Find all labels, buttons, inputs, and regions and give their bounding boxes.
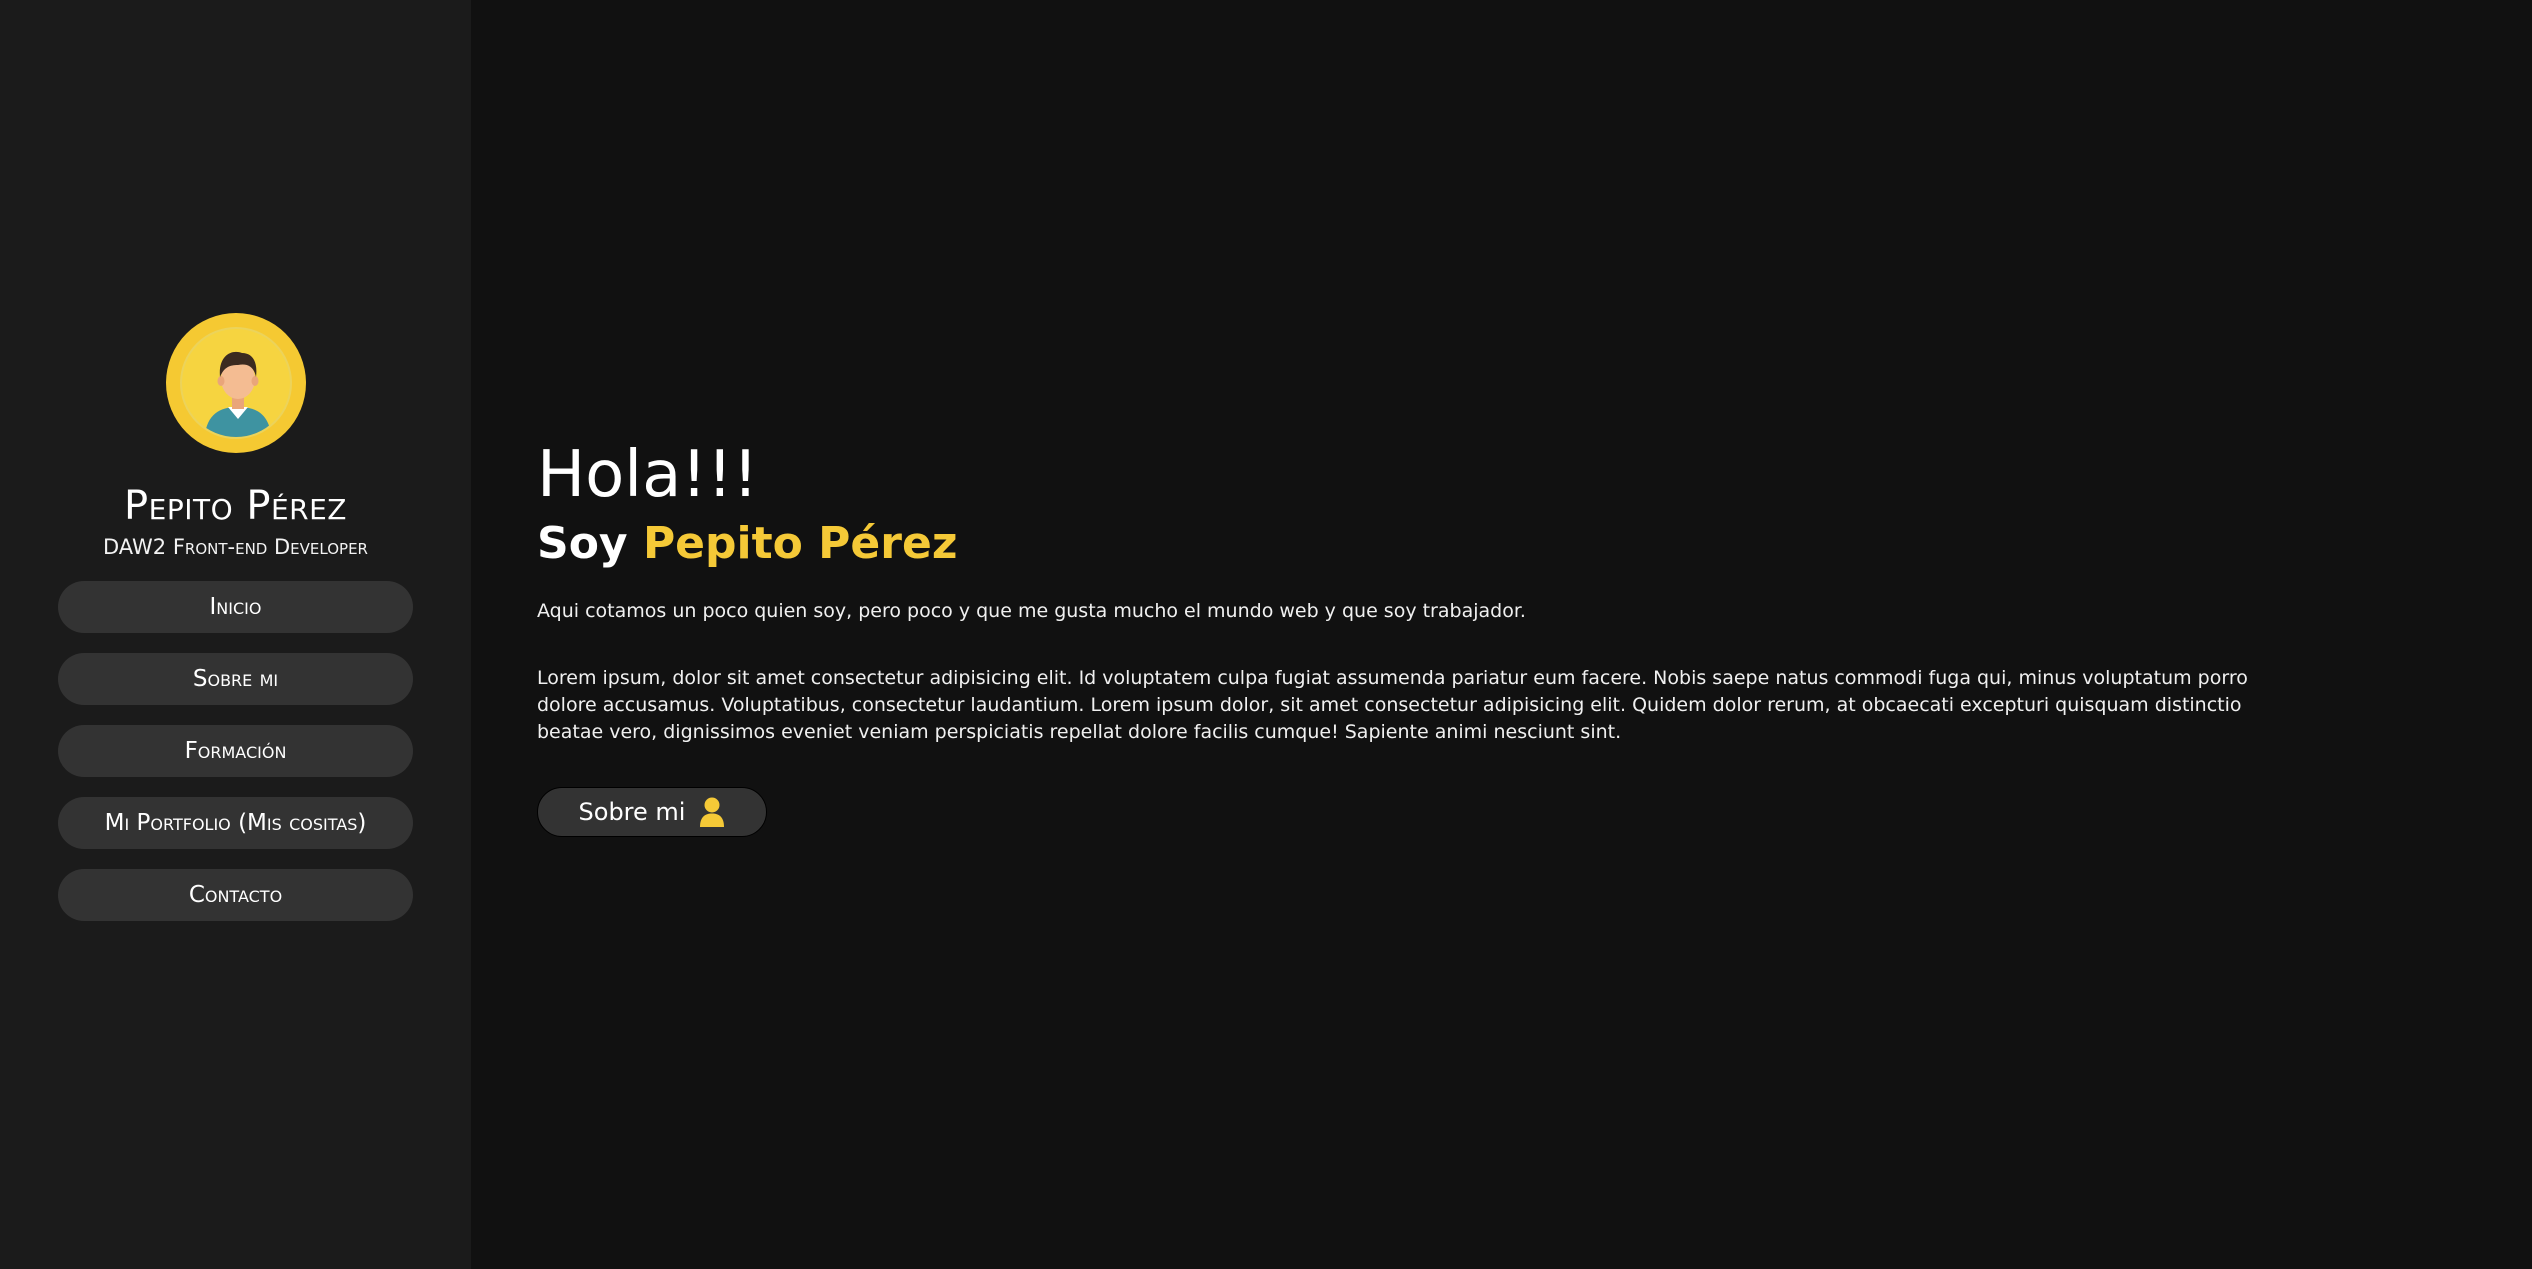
nav-item-contacto[interactable]: Contacto [58,869,413,921]
avatar [165,313,306,453]
subtitle-prefix: Soy [537,518,628,569]
greeting-heading: Hola!!! [537,438,759,512]
user-avatar-icon [179,327,292,439]
sidebar-nav: Inicio Sobre mi Formación Mi Portfolio (… [58,581,413,921]
nav-item-formacion[interactable]: Formación [58,725,413,777]
user-icon [699,797,725,827]
sobre-mi-button[interactable]: Sobre mi [537,787,767,837]
intro-text: Aqui cotamos un poco quien soy, pero poc… [537,600,1526,622]
profile-name: Pepito Pérez [124,483,347,529]
sobre-mi-button-label: Sobre mi [578,798,686,826]
description-text: Lorem ipsum, dolor sit amet consectetur … [537,667,2248,743]
sidebar: Pepito Pérez DAW2 Front-end Developer In… [0,0,471,1269]
subtitle-name: Pepito Pérez [642,518,958,569]
profile-role: DAW2 Front-end Developer [103,535,368,559]
nav-item-sobre-mi[interactable]: Sobre mi [58,653,413,705]
nav-item-portfolio[interactable]: Mi Portfolio (Mis cositas) [58,797,413,849]
subtitle-heading: Soy Pepito Pérez [537,518,957,569]
nav-item-inicio[interactable]: Inicio [58,581,413,633]
